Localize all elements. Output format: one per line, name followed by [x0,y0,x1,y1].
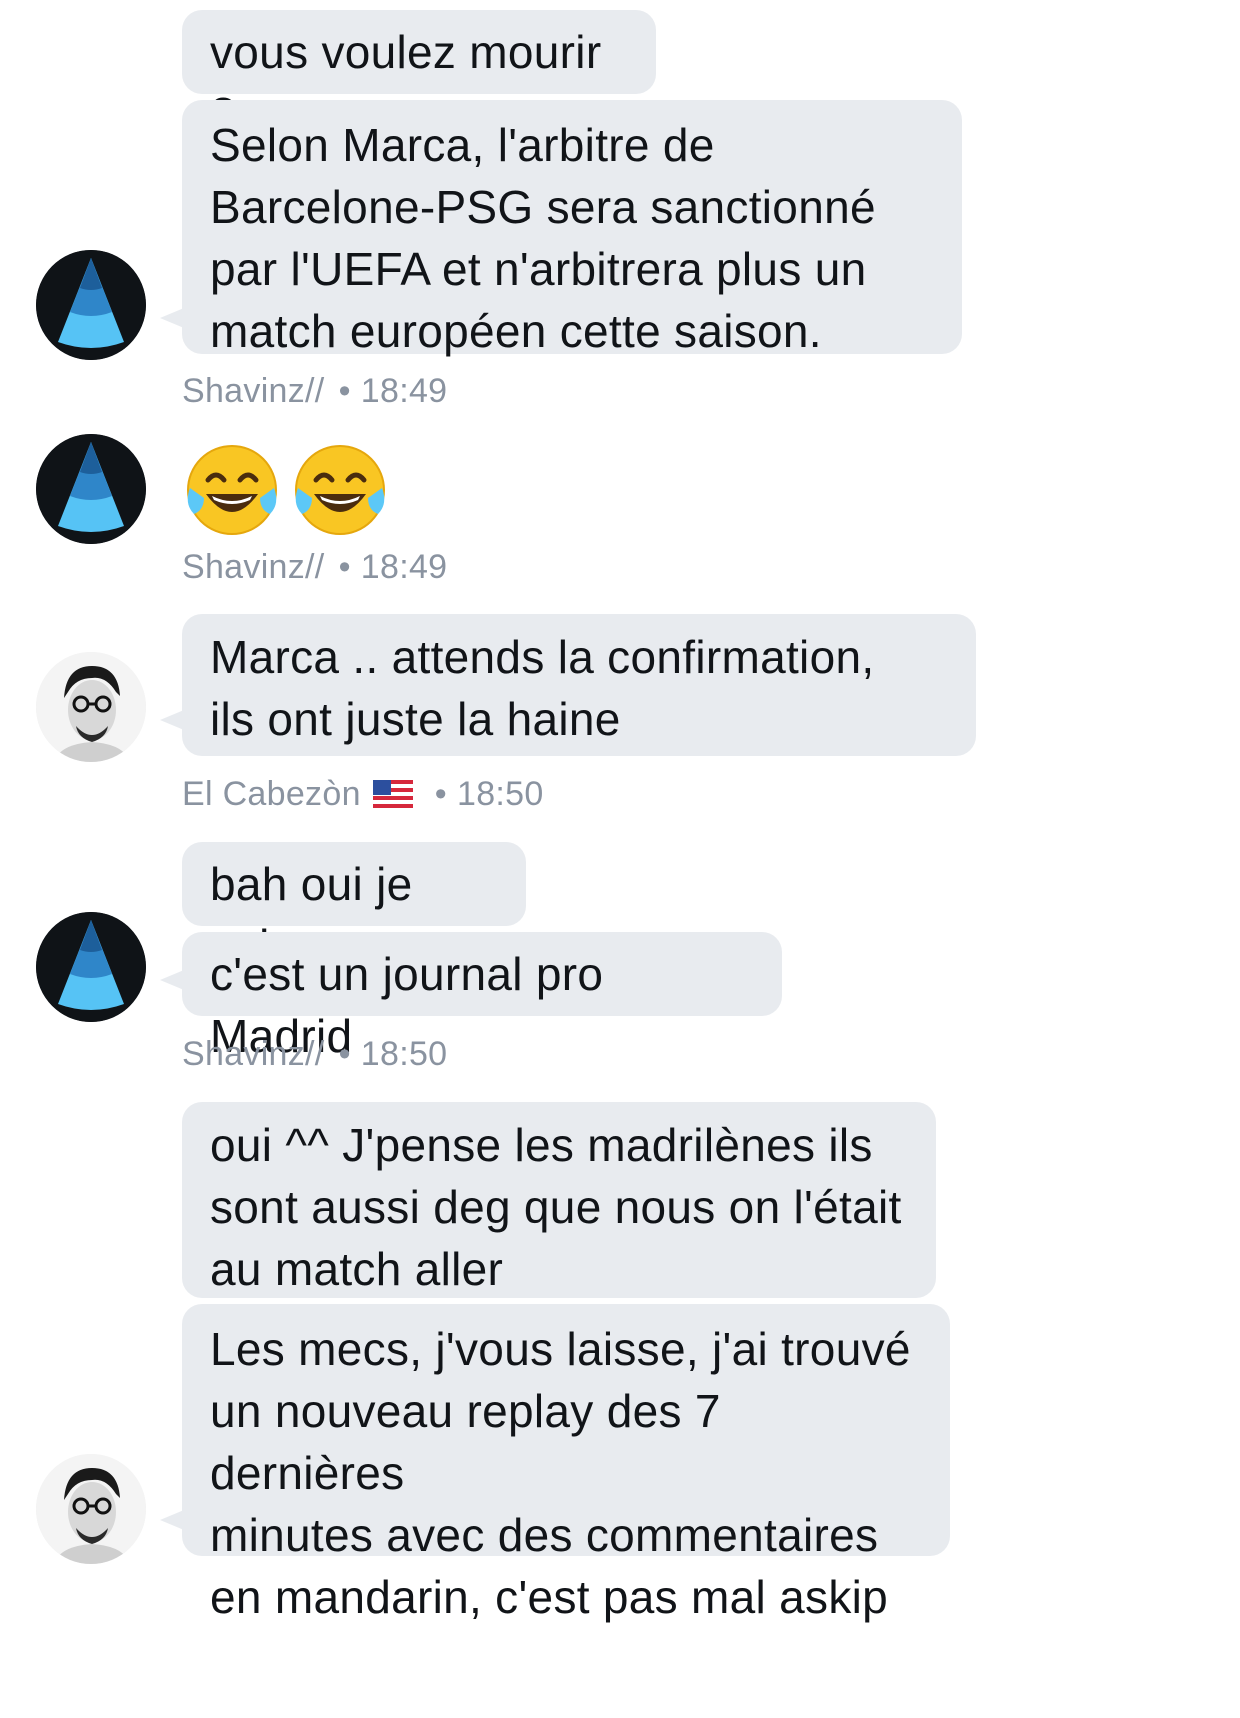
message-meta: Shavinz// • 18:49 [182,548,447,587]
message-bubble[interactable]: oui ^^ J'pense les madrilènes ils sont a… [182,1102,936,1298]
message-time: 18:50 [360,1035,448,1073]
message-time: 18:49 [360,548,448,586]
sender-name[interactable]: Shavinz// [182,1035,325,1073]
meta-separator: • [434,775,447,813]
user-avatar-shavinz[interactable] [36,434,146,544]
cone-logo-icon [36,912,146,1022]
user-avatar-shavinz[interactable] [36,250,146,360]
message-bubble[interactable]: vous voulez mourir ? [182,10,656,140]
user-avatar-el-cabezon[interactable] [36,1454,146,1564]
face-with-tears-of-joy-icon [295,445,386,535]
face-with-tears-of-joy-icon [187,445,277,535]
message-time: 18:49 [360,372,448,410]
user-avatar-el-cabezon[interactable] [36,652,146,762]
message-meta: Shavinz// • 18:49 [182,372,447,411]
message-time: 18:50 [457,775,544,813]
meta-separator: • [338,548,351,586]
message-meta: Shavinz// • 18:50 [182,1035,447,1074]
cone-logo-icon [36,434,146,544]
meta-separator: • [338,1035,351,1073]
sender-name[interactable]: Shavinz// [182,548,325,586]
message-bubble[interactable]: bah oui je sais [182,842,526,972]
sender-name[interactable]: El Cabezòn [182,775,361,813]
message-bubble[interactable]: Marca .. attends la confirmation, ils on… [160,614,976,756]
message-bubble[interactable]: Les mecs, j'vous laisse, j'ai trouvé un … [160,1304,950,1623]
message-bubble[interactable]: Selon Marca, l'arbitre de Barcelone-PSG … [160,100,962,357]
message-bubble[interactable]: c'est un journal pro Madrid [160,932,782,1062]
cone-logo-icon [36,250,146,360]
profile-photo-icon [36,1454,146,1564]
us-flag-icon [372,780,413,808]
emoji-message[interactable] [182,440,394,540]
profile-photo-icon [36,652,146,762]
meta-separator: • [338,372,351,410]
message-meta: El Cabezòn • 18:50 [182,775,544,814]
sender-name[interactable]: Shavinz// [182,372,325,410]
user-avatar-shavinz[interactable] [36,912,146,1022]
